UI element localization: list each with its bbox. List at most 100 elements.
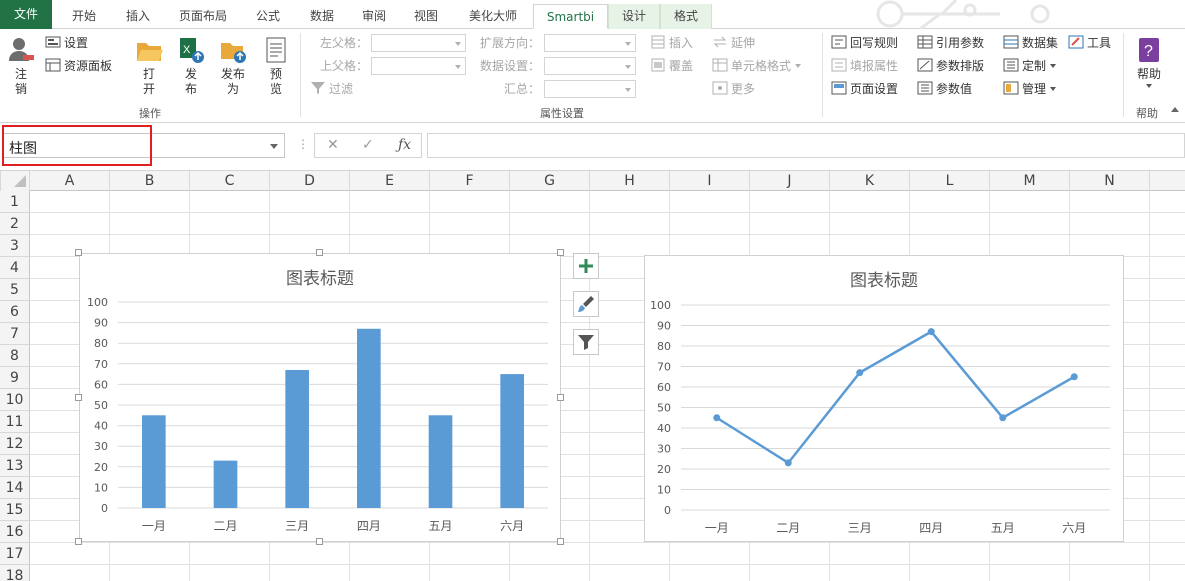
row-header-17[interactable]: 17 [0, 543, 30, 565]
column-header-c[interactable]: C [190, 171, 270, 191]
filter-button[interactable]: 过滤 [310, 79, 353, 99]
point-三月[interactable] [856, 369, 864, 377]
bar-二月[interactable] [213, 460, 238, 508]
more-button[interactable]: 更多 [712, 79, 755, 99]
bar-chart[interactable]: 图表标题 0 10 20 30 40 50 60 70 80 90 100 一月 二月 三月 四月 五月 六月 [79, 253, 561, 542]
settings-button[interactable]: 设置 [45, 33, 88, 53]
column-header-m[interactable]: M [990, 171, 1070, 191]
tab-format[interactable]: 格式 [660, 4, 712, 29]
column-header-e[interactable]: E [350, 171, 430, 191]
resize-handle-top-right[interactable] [557, 249, 564, 256]
bar-四月[interactable] [357, 328, 381, 508]
param-value-button[interactable]: 参数值 [917, 79, 972, 99]
resize-handle-bottom[interactable] [316, 538, 323, 545]
manage-button[interactable]: 管理 [1003, 79, 1057, 99]
tab-page-layout[interactable]: 页面布局 [170, 4, 236, 29]
writeback-rule-button[interactable]: 回写规则 [831, 33, 898, 53]
row-header-16[interactable]: 16 [0, 521, 30, 543]
chart-elements-button[interactable] [573, 253, 599, 279]
tab-view[interactable]: 视图 [402, 4, 450, 29]
tab-file[interactable]: 文件 [0, 0, 52, 29]
dataset-button[interactable]: 数据集 [1003, 33, 1058, 53]
column-header-h[interactable]: H [590, 171, 670, 191]
top-parent-combo[interactable] [371, 57, 466, 75]
expand-direction-combo[interactable] [544, 34, 636, 52]
tab-design[interactable]: 设计 [608, 4, 660, 29]
chart-styles-button[interactable] [573, 291, 599, 317]
tab-formulas[interactable]: 公式 [244, 4, 292, 29]
bar-五月[interactable] [428, 415, 453, 508]
bar-一月[interactable] [142, 415, 166, 508]
insert-function-icon[interactable]: ƒx [398, 137, 411, 153]
tab-smartbi[interactable]: Smartbi [533, 4, 608, 29]
drag-handle-icon[interactable]: ⋮ [297, 137, 309, 151]
point-二月[interactable] [784, 459, 792, 467]
left-parent-combo[interactable] [371, 34, 466, 52]
row-header-5[interactable]: 5 [0, 279, 30, 301]
open-button[interactable]: 打开 [130, 35, 168, 97]
line-chart[interactable]: 图表标题 0 10 20 30 40 50 60 70 80 90 100 一月 二月 三月 四月 五月 六月 [644, 255, 1124, 542]
cover-button[interactable]: 覆盖 [650, 56, 693, 76]
point-六月[interactable] [1070, 373, 1078, 381]
resize-handle-left[interactable] [75, 394, 82, 401]
column-header-i[interactable]: I [670, 171, 750, 191]
fill-properties-button[interactable]: 填报属性 [831, 56, 898, 76]
confirm-icon[interactable]: ✓ [362, 137, 374, 153]
tools-button[interactable]: 工具 [1068, 33, 1111, 53]
publish-as-button[interactable]: 发布为 [214, 35, 252, 97]
customize-button[interactable]: 定制 [1003, 56, 1057, 76]
insert-button[interactable]: 插入 [650, 33, 693, 53]
row-header-18[interactable]: 18 [0, 565, 30, 581]
column-header-k[interactable]: K [830, 171, 910, 191]
row-header-4[interactable]: 4 [0, 257, 30, 279]
resize-handle-top[interactable] [316, 249, 323, 256]
collapse-ribbon-icon[interactable] [1171, 107, 1179, 112]
tab-home[interactable]: 开始 [58, 4, 110, 29]
row-header-15[interactable]: 15 [0, 499, 30, 521]
tab-beautify-master[interactable]: 美化大师 [458, 4, 528, 29]
row-header-1[interactable]: 1 [0, 191, 30, 213]
publish-button[interactable]: X 发布 [172, 35, 210, 97]
select-all-corner[interactable] [0, 171, 30, 191]
row-header-6[interactable]: 6 [0, 301, 30, 323]
help-button[interactable]: ? 帮助 [1130, 35, 1168, 88]
chart-filters-button[interactable] [573, 329, 599, 355]
cell-format-button[interactable]: 单元格格式 [712, 56, 802, 76]
column-header-l[interactable]: L [910, 171, 990, 191]
column-header-n[interactable]: N [1070, 171, 1150, 191]
row-header-11[interactable]: 11 [0, 411, 30, 433]
resource-panel-button[interactable]: 资源面板 [45, 56, 112, 76]
column-header-d[interactable]: D [270, 171, 350, 191]
row-header-9[interactable]: 9 [0, 367, 30, 389]
param-layout-button[interactable]: 参数排版 [917, 56, 984, 76]
page-setup-button[interactable]: 页面设置 [831, 79, 898, 99]
column-header-a[interactable]: A [30, 171, 110, 191]
resize-handle-bottom-left[interactable] [75, 538, 82, 545]
formula-input[interactable] [427, 133, 1185, 158]
data-setting-combo[interactable] [544, 57, 636, 75]
column-header-j[interactable]: J [750, 171, 830, 191]
row-header-10[interactable]: 10 [0, 389, 30, 411]
extend-button[interactable]: 延伸 [712, 33, 755, 53]
summary-combo[interactable] [544, 80, 636, 98]
resize-handle-right[interactable] [557, 394, 564, 401]
tab-review[interactable]: 审阅 [350, 4, 398, 29]
column-header-b[interactable]: B [110, 171, 190, 191]
tab-insert[interactable]: 插入 [112, 4, 164, 29]
bar-六月[interactable] [500, 374, 524, 508]
point-五月[interactable] [999, 414, 1007, 422]
point-四月[interactable] [927, 328, 935, 336]
row-header-8[interactable]: 8 [0, 345, 30, 367]
point-一月[interactable] [713, 414, 721, 422]
cancel-icon[interactable]: ✕ [327, 137, 339, 153]
reference-param-button[interactable]: 引用参数 [917, 33, 984, 53]
logout-button[interactable]: 注销 [4, 35, 38, 97]
column-header-f[interactable]: F [430, 171, 510, 191]
preview-button[interactable]: 预览 [257, 35, 295, 97]
resize-handle-top-left[interactable] [75, 249, 82, 256]
row-header-13[interactable]: 13 [0, 455, 30, 477]
row-header-14[interactable]: 14 [0, 477, 30, 499]
row-header-3[interactable]: 3 [0, 235, 30, 257]
row-header-12[interactable]: 12 [0, 433, 30, 455]
bar-三月[interactable] [285, 369, 309, 508]
